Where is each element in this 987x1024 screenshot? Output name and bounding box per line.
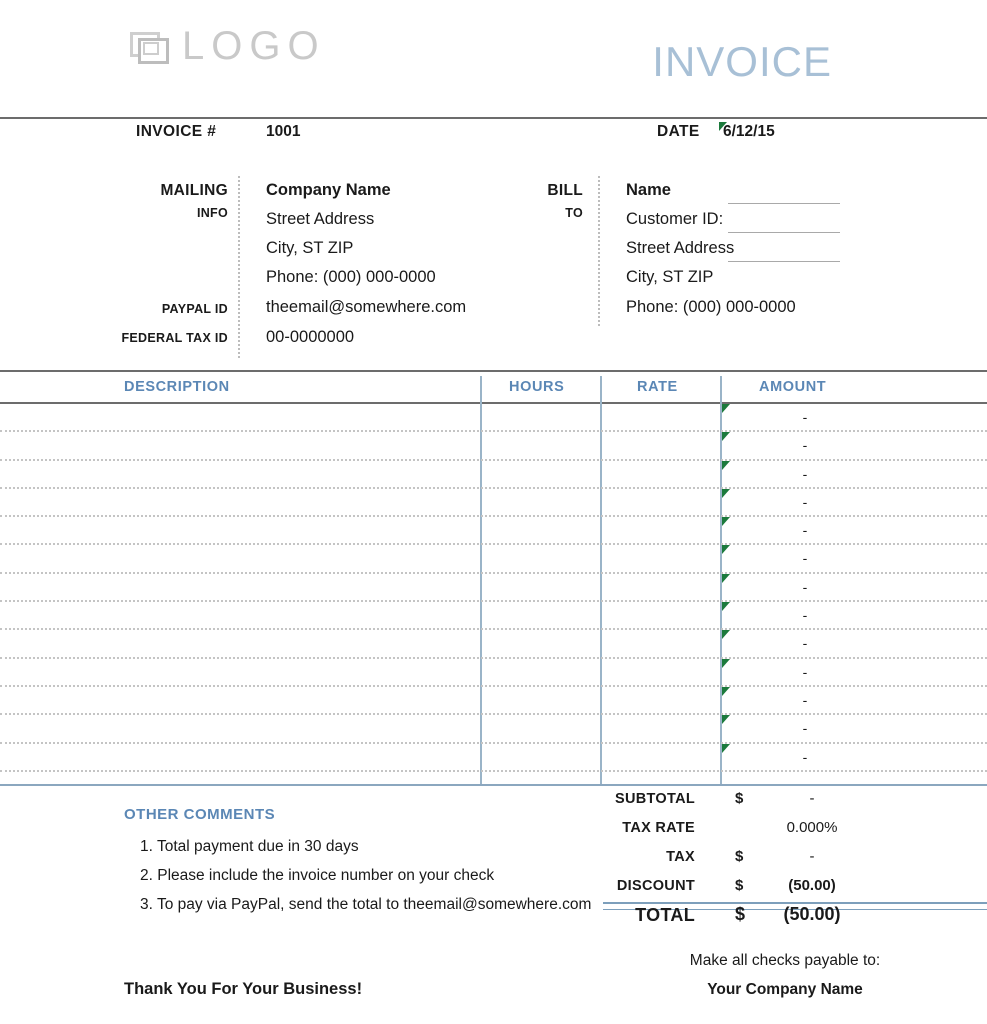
- picture-frame-icon: [130, 31, 169, 64]
- totals-label: TAX: [666, 849, 695, 865]
- table-cell-amount: -: [802, 409, 808, 425]
- totals-label: TOTAL: [635, 905, 695, 925]
- paypal-id-label: PAYPAL ID: [161, 302, 228, 316]
- totals-value: -: [809, 790, 815, 807]
- date-label: DATE: [657, 123, 700, 140]
- table-row[interactable]: -: [0, 743, 987, 772]
- table-row[interactable]: -: [0, 715, 987, 744]
- items-table-header: DESCRIPTION HOURS RATE AMOUNT: [0, 376, 987, 404]
- invoice-number-label: INVOICE #: [136, 123, 217, 140]
- table-cell-amount: -: [802, 748, 808, 765]
- page-title: INVOICE: [652, 38, 832, 85]
- table-row[interactable]: -: [0, 686, 987, 716]
- table-cell-amount: -: [802, 578, 808, 595]
- row-separator: [0, 769, 987, 772]
- column-header-amount: AMOUNT: [759, 379, 827, 395]
- bill-to-customer-id[interactable]: Customer ID:: [626, 210, 723, 229]
- currency-symbol: $: [735, 877, 744, 894]
- table-row[interactable]: -: [0, 630, 987, 659]
- table-row[interactable]: -: [0, 602, 987, 631]
- logo-block: LOGO: [130, 24, 326, 69]
- table-row[interactable]: -: [0, 545, 987, 574]
- mailing-info-label: INFO: [196, 206, 228, 220]
- table-top-divider: [0, 370, 987, 372]
- table-cell-amount: -: [802, 493, 808, 510]
- table-cell-amount: -: [802, 465, 808, 482]
- mailing-phone[interactable]: Phone: (000) 000-0000: [266, 268, 436, 287]
- invoice-number-value[interactable]: 1001: [266, 123, 300, 141]
- mailing-city-state-zip[interactable]: City, ST ZIP: [266, 239, 353, 258]
- bill-to-street-rule: [728, 261, 840, 262]
- mailing-street[interactable]: Street Address: [266, 210, 374, 229]
- federal-tax-id-label: FEDERAL TAX ID: [121, 331, 228, 345]
- table-row[interactable]: -: [0, 573, 987, 603]
- totals-row: TAX $ -: [0, 844, 987, 873]
- table-row[interactable]: -: [0, 488, 987, 518]
- totals-row: SUBTOTAL $ -: [0, 786, 987, 815]
- column-header-rate: RATE: [637, 379, 678, 395]
- currency-symbol: $: [735, 790, 744, 807]
- mailing-label: MAILING: [160, 182, 228, 199]
- table-cell-amount: -: [802, 437, 808, 454]
- table-cell-amount: -: [802, 550, 808, 567]
- payable-to-label: Make all checks payable to:: [689, 952, 881, 969]
- totals-value: (50.00): [783, 904, 841, 924]
- table-cell-amount: -: [802, 635, 808, 652]
- table-row[interactable]: -: [0, 432, 987, 461]
- totals-label: TAX RATE: [622, 820, 695, 836]
- totals-block: SUBTOTAL $ - TAX RATE 0.000% TAX $ - DISCOUNT $ (5…: [0, 786, 987, 931]
- bill-to-phone[interactable]: Phone: (000) 000-0000: [626, 298, 796, 317]
- totals-label: SUBTOTAL: [615, 791, 695, 807]
- currency-symbol: $: [735, 904, 746, 924]
- table-row[interactable]: -: [0, 404, 987, 433]
- bill-to-city-state-zip[interactable]: City, ST ZIP: [626, 268, 713, 287]
- bill-to-label: BILL: [547, 182, 583, 199]
- table-cell-amount: -: [802, 522, 808, 539]
- mailing-paypal-id[interactable]: theemail@somewhere.com: [266, 298, 466, 317]
- date-value[interactable]: 6/12/15: [723, 123, 775, 141]
- header-divider: [0, 117, 987, 119]
- bill-to-customer-id-rule: [728, 232, 840, 233]
- table-cell-amount: -: [802, 607, 808, 624]
- mailing-federal-tax-id[interactable]: 00-0000000: [266, 328, 354, 347]
- invoice-page: LOGO INVOICE INVOICE # 1001 DATE 6/12/15…: [0, 0, 987, 1024]
- table-cell-amount: -: [802, 720, 808, 737]
- column-header-hours: HOURS: [509, 379, 565, 395]
- mailing-divider: [238, 176, 240, 358]
- bill-to-divider: [598, 176, 600, 326]
- bill-to-name-rule: [728, 203, 840, 204]
- table-row[interactable]: -: [0, 658, 987, 687]
- table-cell-amount: -: [802, 663, 808, 680]
- logo-text: LOGO: [182, 24, 326, 68]
- currency-symbol: $: [735, 848, 744, 865]
- payable-company-name: Your Company Name: [707, 981, 863, 998]
- items-table-body: - - - - - - - - - - - - -: [0, 404, 987, 772]
- table-row[interactable]: -: [0, 460, 987, 489]
- totals-row: TOTAL $ (50.00): [0, 902, 987, 931]
- table-cell-amount: -: [802, 691, 808, 708]
- totals-value: (50.00): [788, 877, 836, 894]
- totals-row: TAX RATE 0.000%: [0, 815, 987, 844]
- totals-value: -: [809, 848, 815, 865]
- column-header-description: DESCRIPTION: [124, 379, 230, 395]
- totals-label: DISCOUNT: [616, 878, 695, 894]
- totals-value: 0.000%: [786, 819, 838, 836]
- table-row[interactable]: -: [0, 517, 987, 546]
- mailing-company-name[interactable]: Company Name: [266, 181, 391, 200]
- bill-to-name[interactable]: Name: [626, 181, 671, 200]
- bill-to-street[interactable]: Street Address: [626, 239, 734, 258]
- address-block: MAILING INFO PAYPAL ID FEDERAL TAX ID Co…: [0, 176, 987, 362]
- bill-to-label-2: TO: [565, 206, 583, 220]
- invoice-meta-row: INVOICE # 1001 DATE 6/12/15: [0, 120, 987, 154]
- totals-row: DISCOUNT $ (50.00): [0, 873, 987, 902]
- thank-you-message: Thank You For Your Business!: [124, 980, 363, 998]
